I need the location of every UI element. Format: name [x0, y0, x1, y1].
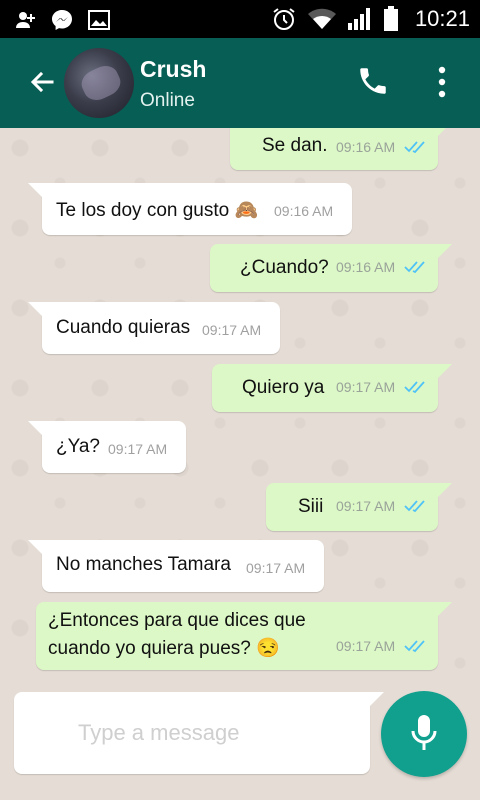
- message-time: 09:16 AM: [336, 259, 396, 275]
- message-outgoing[interactable]: ¿Entonces para que dices que cuando yo q…: [36, 602, 452, 670]
- message-text: Se dan.: [262, 135, 328, 156]
- message-text: ¿Cuando?: [240, 257, 329, 278]
- message-incoming[interactable]: No manches Tamara 09:17 AM: [28, 540, 324, 592]
- message-text: ¿Ya?: [56, 436, 101, 457]
- message-composer: [14, 692, 384, 774]
- battery-icon: [383, 6, 398, 31]
- more-vert-icon[interactable]: [432, 64, 452, 100]
- status-bar: 10:21: [0, 0, 480, 38]
- chat-header: Crush Online: [0, 38, 480, 128]
- contact-name[interactable]: Crush: [140, 56, 206, 83]
- message-outgoing[interactable]: Quiero ya 09:17 AM: [212, 364, 452, 412]
- message-text: No manches Tamara: [56, 554, 231, 575]
- message-outgoing[interactable]: Siii 09:17 AM: [266, 483, 452, 531]
- avatar[interactable]: [64, 48, 134, 118]
- read-ticks-icon: [404, 261, 425, 274]
- message-time: 09:17 AM: [202, 322, 262, 338]
- status-time: 10:21: [414, 6, 470, 31]
- image-icon: [88, 10, 110, 30]
- wifi-icon: [307, 8, 336, 29]
- message-time: 09:17 AM: [336, 379, 396, 395]
- message-time: 09:17 AM: [336, 638, 396, 654]
- mic-button[interactable]: [381, 691, 467, 777]
- read-ticks-icon: [404, 381, 425, 394]
- message-time: 09:17 AM: [108, 441, 168, 457]
- read-ticks-icon: [404, 500, 425, 513]
- read-ticks-icon: [404, 640, 425, 653]
- message-outgoing[interactable]: ¿Cuando? 09:16 AM: [210, 244, 452, 292]
- message-incoming[interactable]: Te los doy con gusto 🙈 09:16 AM: [28, 183, 352, 235]
- message-text: Quiero ya: [242, 377, 325, 398]
- message-time: 09:16 AM: [274, 203, 334, 219]
- message-text: Siii: [298, 496, 324, 517]
- message-outgoing[interactable]: Se dan. 09:16 AM: [230, 128, 452, 170]
- read-ticks-icon: [404, 141, 425, 154]
- phone-icon[interactable]: [356, 64, 390, 98]
- messenger-icon: [52, 10, 72, 30]
- message-time: 09:17 AM: [336, 498, 396, 514]
- signal-icon: [347, 8, 370, 30]
- arrow-left-icon[interactable]: [26, 66, 58, 98]
- add-contact-icon: [16, 12, 35, 28]
- message-text-line-1: ¿Entonces para que dices que: [48, 610, 306, 631]
- message-incoming[interactable]: Cuando quieras 09:17 AM: [28, 302, 280, 354]
- message-incoming[interactable]: ¿Ya? 09:17 AM: [28, 421, 186, 473]
- message-time: 09:17 AM: [246, 560, 306, 576]
- message-text: Te los doy con gusto 🙈: [56, 200, 259, 221]
- message-text: Cuando quieras: [56, 317, 191, 338]
- contact-status: Online: [140, 90, 195, 111]
- message-input[interactable]: [78, 716, 358, 750]
- message-time: 09:16 AM: [336, 139, 396, 155]
- mic-icon: [411, 715, 437, 750]
- message-text-line-2: cuando yo quiera pues? 😒: [48, 638, 280, 659]
- alarm-icon: [273, 8, 295, 30]
- chat-area[interactable]: Se dan. 09:16 AM Te los doy con gusto 🙈 …: [0, 128, 480, 688]
